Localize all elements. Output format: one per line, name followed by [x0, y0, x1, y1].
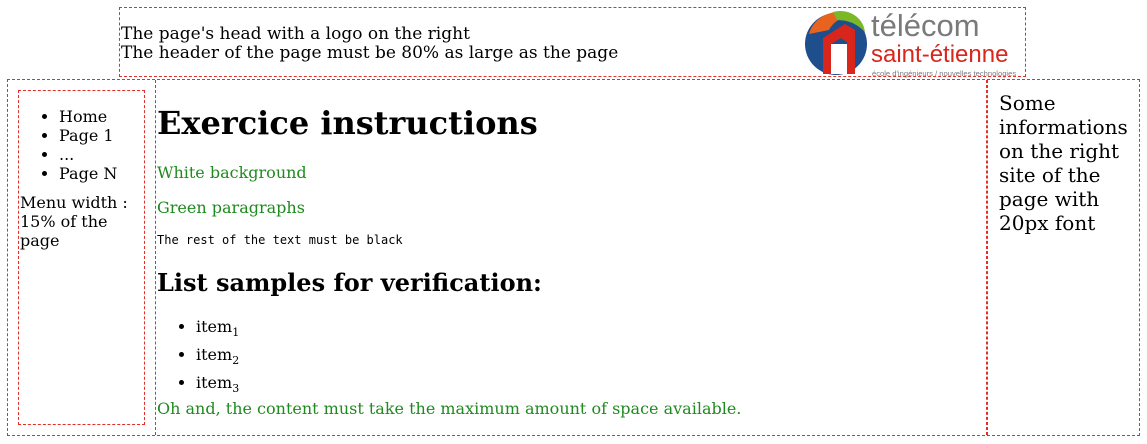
right-aside: Some informations on the right site of t…: [987, 80, 1139, 435]
logo-tagline: école d'ingénieurs / nouvelles technolog…: [872, 69, 1016, 78]
menu-item-home[interactable]: Home: [59, 107, 144, 126]
list-item: item2: [196, 344, 239, 372]
menu-width-note: Menu width : 15% of the page: [20, 193, 128, 250]
sample-list: item1 item2 item3: [156, 316, 239, 401]
list-item: item3: [196, 372, 239, 400]
mono-text: The rest of the text must be black: [157, 233, 403, 247]
paragraph-green-paragraphs: Green paragraphs: [157, 198, 305, 217]
menu-item-page-n[interactable]: Page N: [59, 164, 144, 183]
menu-item-page-1[interactable]: Page 1: [59, 126, 144, 145]
menu-item-ellipsis[interactable]: ...: [59, 145, 144, 164]
main-content: Exercice instructions White background G…: [155, 80, 987, 435]
list-samples-heading: List samples for verification:: [157, 268, 542, 297]
paragraph-max-space: Oh and, the content must take the maximu…: [157, 399, 742, 418]
logo-word-saint-etienne: saint-étienne: [871, 41, 1008, 68]
logo-door: [831, 44, 847, 74]
menu-list: Home Page 1 ... Page N: [19, 107, 144, 183]
paragraph-white-background: White background: [157, 163, 307, 182]
telecom-logo: télécom saint-étienne école d'ingénieurs…: [805, 8, 1016, 78]
header-text: The page's head with a logo on the right…: [121, 25, 618, 63]
page-title: Exercice instructions: [157, 104, 538, 142]
list-item: item1: [196, 316, 239, 344]
logo-word-telecom: télécom: [871, 8, 980, 43]
header-line-2: The header of the page must be 80% as la…: [121, 43, 619, 63]
header-line-1: The page's head with a logo on the right: [121, 24, 470, 44]
side-menu: Home Page 1 ... Page N Menu width : 15% …: [18, 90, 145, 425]
page-header: The page's head with a logo on the right…: [119, 7, 1026, 78]
